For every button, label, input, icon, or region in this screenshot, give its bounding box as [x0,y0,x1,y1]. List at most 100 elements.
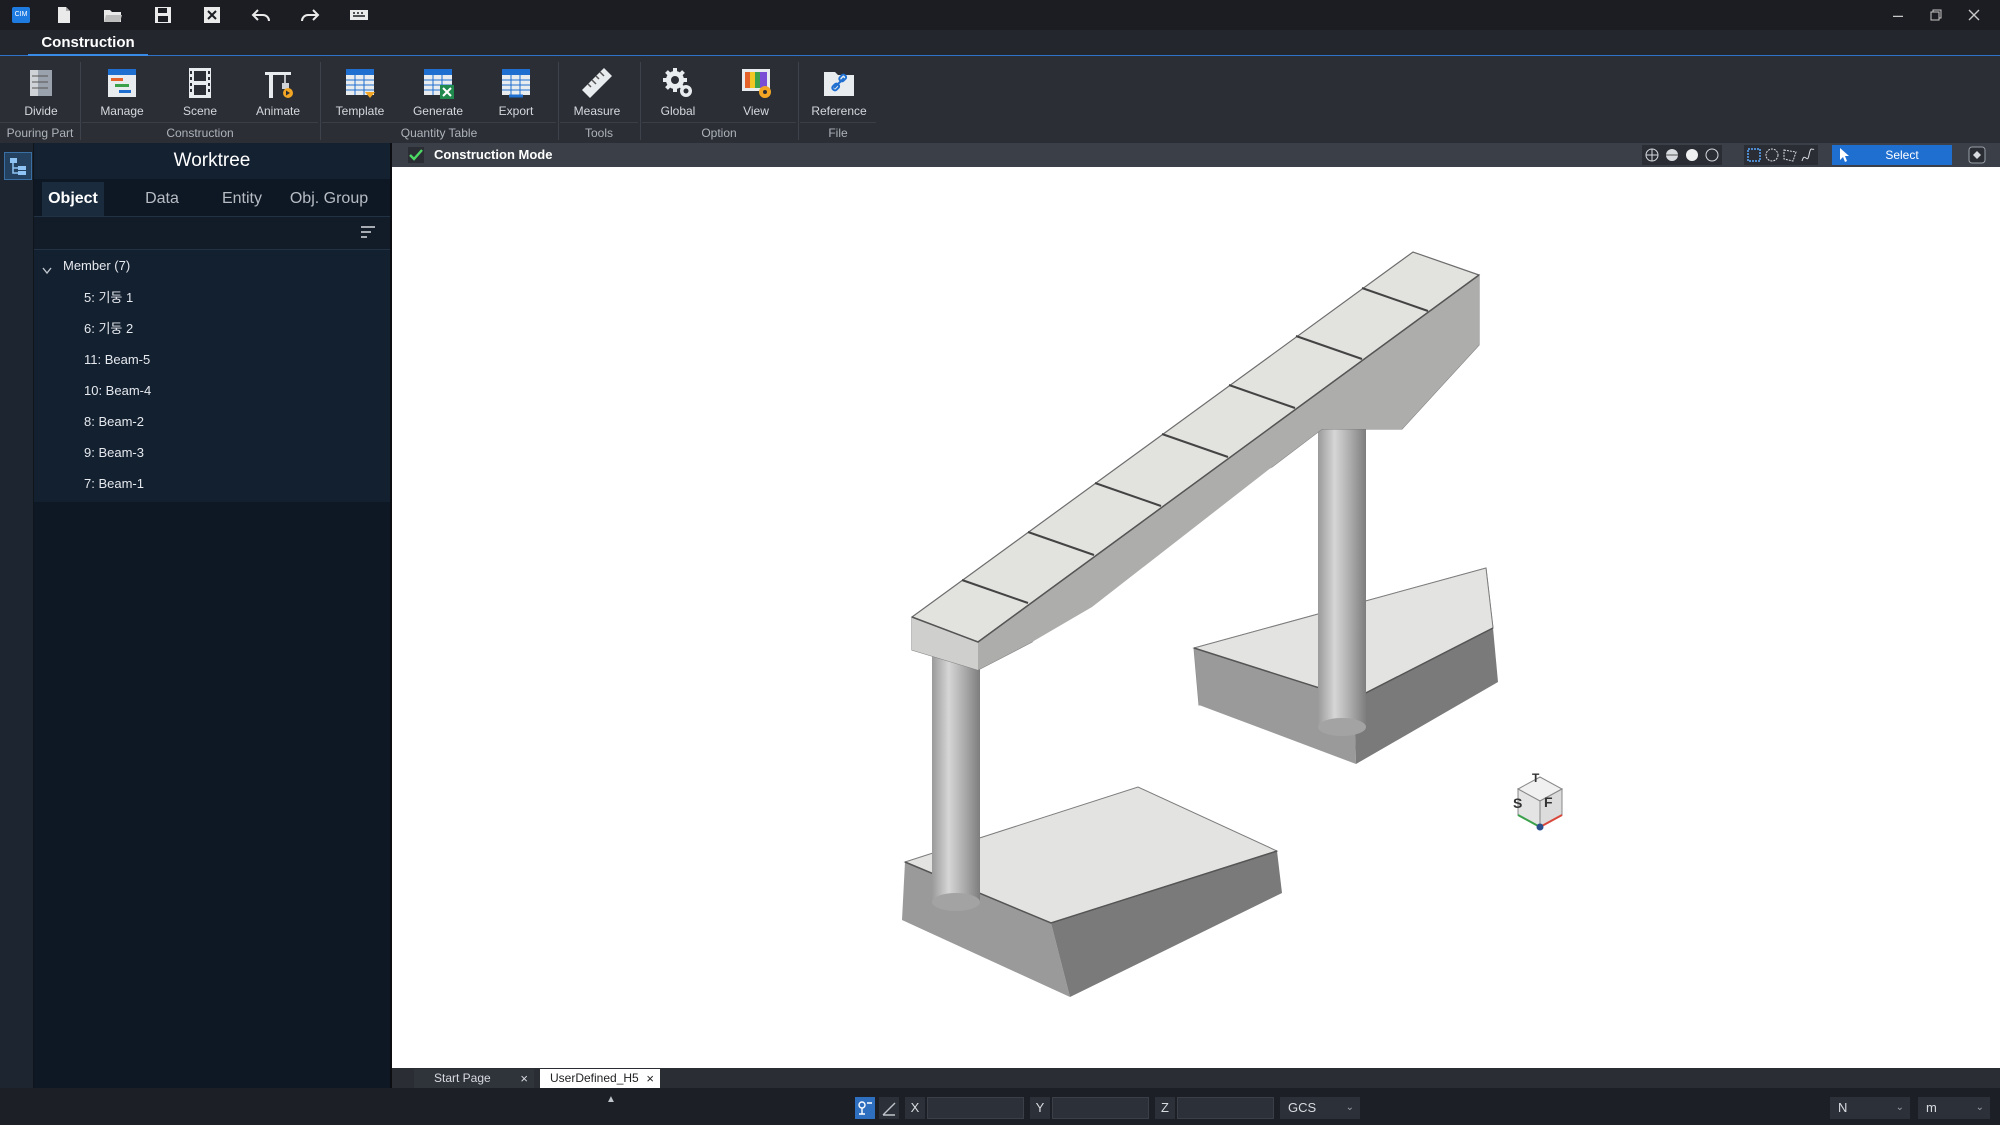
manage-button[interactable]: Manage [87,62,157,122]
shaded-edges-icon[interactable] [1664,147,1680,168]
y-coordinate-field[interactable] [1052,1097,1149,1119]
z-coordinate-field[interactable] [1177,1097,1274,1119]
tree-item[interactable]: 5: 기둥 1 [84,288,133,308]
template-button[interactable]: Template [325,62,395,122]
chevron-down-icon[interactable] [42,262,52,280]
viewport-header: Construction Mode Select [392,143,2000,167]
group-pouring-part: Pouring Part [0,122,80,143]
force-unit-select[interactable]: N ⌄ [1830,1097,1910,1119]
reference-label: Reference [811,104,867,118]
close-icon[interactable]: × [646,1069,654,1088]
crane-animate-icon [265,72,293,98]
view-cube[interactable] [1516,776,1564,831]
export-label: Export [498,104,534,118]
worktree-toolbar [34,216,390,250]
close-icon[interactable]: × [520,1069,528,1088]
circle-select-icon[interactable] [1764,147,1780,168]
measure-button[interactable]: Measure [562,62,632,122]
view-label: View [743,104,769,118]
sort-icon[interactable] [360,225,376,244]
tree-item[interactable]: 6: 기둥 2 [84,319,133,339]
manage-icon [108,69,136,97]
tab-label: UserDefined_H5 [550,1071,639,1085]
tab-entity[interactable]: Entity [212,182,272,216]
template-label: Template [335,104,385,118]
box-select-icon[interactable] [1746,147,1762,168]
angle-snap-icon[interactable] [879,1097,899,1119]
tab-construction[interactable]: Construction [28,32,148,56]
minimize-icon[interactable]: – [1878,2,1918,28]
app-logo-icon[interactable]: CIM [4,3,38,27]
new-file-icon[interactable] [47,3,81,27]
divide-button[interactable]: Divide [6,62,76,122]
group-file: File [800,122,876,143]
length-unit-select[interactable]: m ⌄ [1918,1097,1990,1119]
tree-item[interactable]: 11: Beam-5 [84,350,150,370]
save-icon[interactable] [146,3,180,27]
select-label: Select [1885,148,1919,162]
construction-mode-checkbox[interactable] [408,147,424,163]
coordinate-system-select[interactable]: GCS ⌄ [1280,1097,1360,1119]
manage-label: Manage [100,104,144,118]
ribbon-tab-bar [0,30,2000,57]
collapse-arrow-icon[interactable]: ▲ [606,1094,616,1105]
worktree-tree: Member (7) 5: 기둥 1 6: 기둥 2 11: Beam-5 10… [34,250,390,502]
tree-item[interactable]: 7: Beam-1 [84,474,144,494]
x-coordinate-field[interactable] [927,1097,1024,1119]
close-file-icon[interactable] [195,3,229,27]
x-label: X [905,1097,925,1119]
divide-label: Divide [24,104,58,118]
view-settings-icon[interactable] [1968,146,1986,169]
tab-object[interactable]: Object [42,182,104,218]
tree-root-member[interactable]: Member (7) [63,256,130,276]
select-button[interactable]: Select [1832,145,1952,165]
tree-item[interactable]: 10: Beam-4 [84,381,151,401]
tab-userdefined-h5[interactable]: UserDefined_H5 × [540,1069,660,1088]
generate-label: Generate [412,104,464,118]
keyboard-icon[interactable] [342,3,376,27]
y-label: Y [1030,1097,1050,1119]
scene-button[interactable]: Scene [165,62,235,122]
scene-label: Scene [182,104,218,118]
group-separator [798,62,799,140]
z-label: Z [1155,1097,1175,1119]
view-cube-top-face[interactable]: T [1532,771,1539,785]
view-cube-side-face[interactable]: S [1513,795,1522,811]
view-button[interactable]: View [721,62,791,122]
generate-button[interactable]: Generate [403,62,473,122]
divide-icon [30,70,52,96]
tree-item[interactable]: 9: Beam-3 [84,443,144,463]
tab-data[interactable]: Data [134,182,190,216]
wireframe-icon[interactable] [1644,147,1660,168]
force-unit-value: N [1838,1100,1848,1115]
group-tools: Tools [560,122,638,143]
polygon-select-icon[interactable] [1782,147,1798,168]
snap-icon[interactable] [855,1097,875,1119]
animate-button[interactable]: Animate [243,62,313,122]
shaded-icon[interactable] [1684,147,1700,168]
tree-item[interactable]: 8: Beam-2 [84,412,144,432]
restore-icon[interactable] [1916,2,1956,28]
hidden-line-icon[interactable] [1704,147,1720,168]
tab-obj-group[interactable]: Obj. Group [274,182,384,216]
global-button[interactable]: Global [643,62,713,122]
redo-icon[interactable] [293,3,327,27]
line-select-icon[interactable] [1800,147,1816,168]
3d-viewport[interactable]: T S F [392,167,2000,1068]
worktree-panel-icon[interactable] [4,152,32,180]
view-cube-front-face[interactable]: F [1544,794,1553,810]
tab-start-page[interactable]: Start Page × [414,1069,534,1088]
reference-button[interactable]: Reference [804,62,874,122]
column-right [1318,417,1366,736]
group-separator [80,62,81,140]
document-tab-bar: Start Page × UserDefined_H5 × [392,1068,2000,1088]
open-folder-icon[interactable] [96,3,130,27]
worktree-title: Worktree [34,143,390,179]
close-window-icon[interactable] [1954,2,1994,28]
worktree-tabs: Object Data Entity Obj. Group [34,182,390,218]
undo-icon[interactable] [244,3,278,27]
group-option: Option [642,122,796,143]
export-button[interactable]: Export [481,62,551,122]
selection-mode-group [1744,145,1818,165]
chevron-down-icon: ⌄ [1975,1102,1984,1113]
